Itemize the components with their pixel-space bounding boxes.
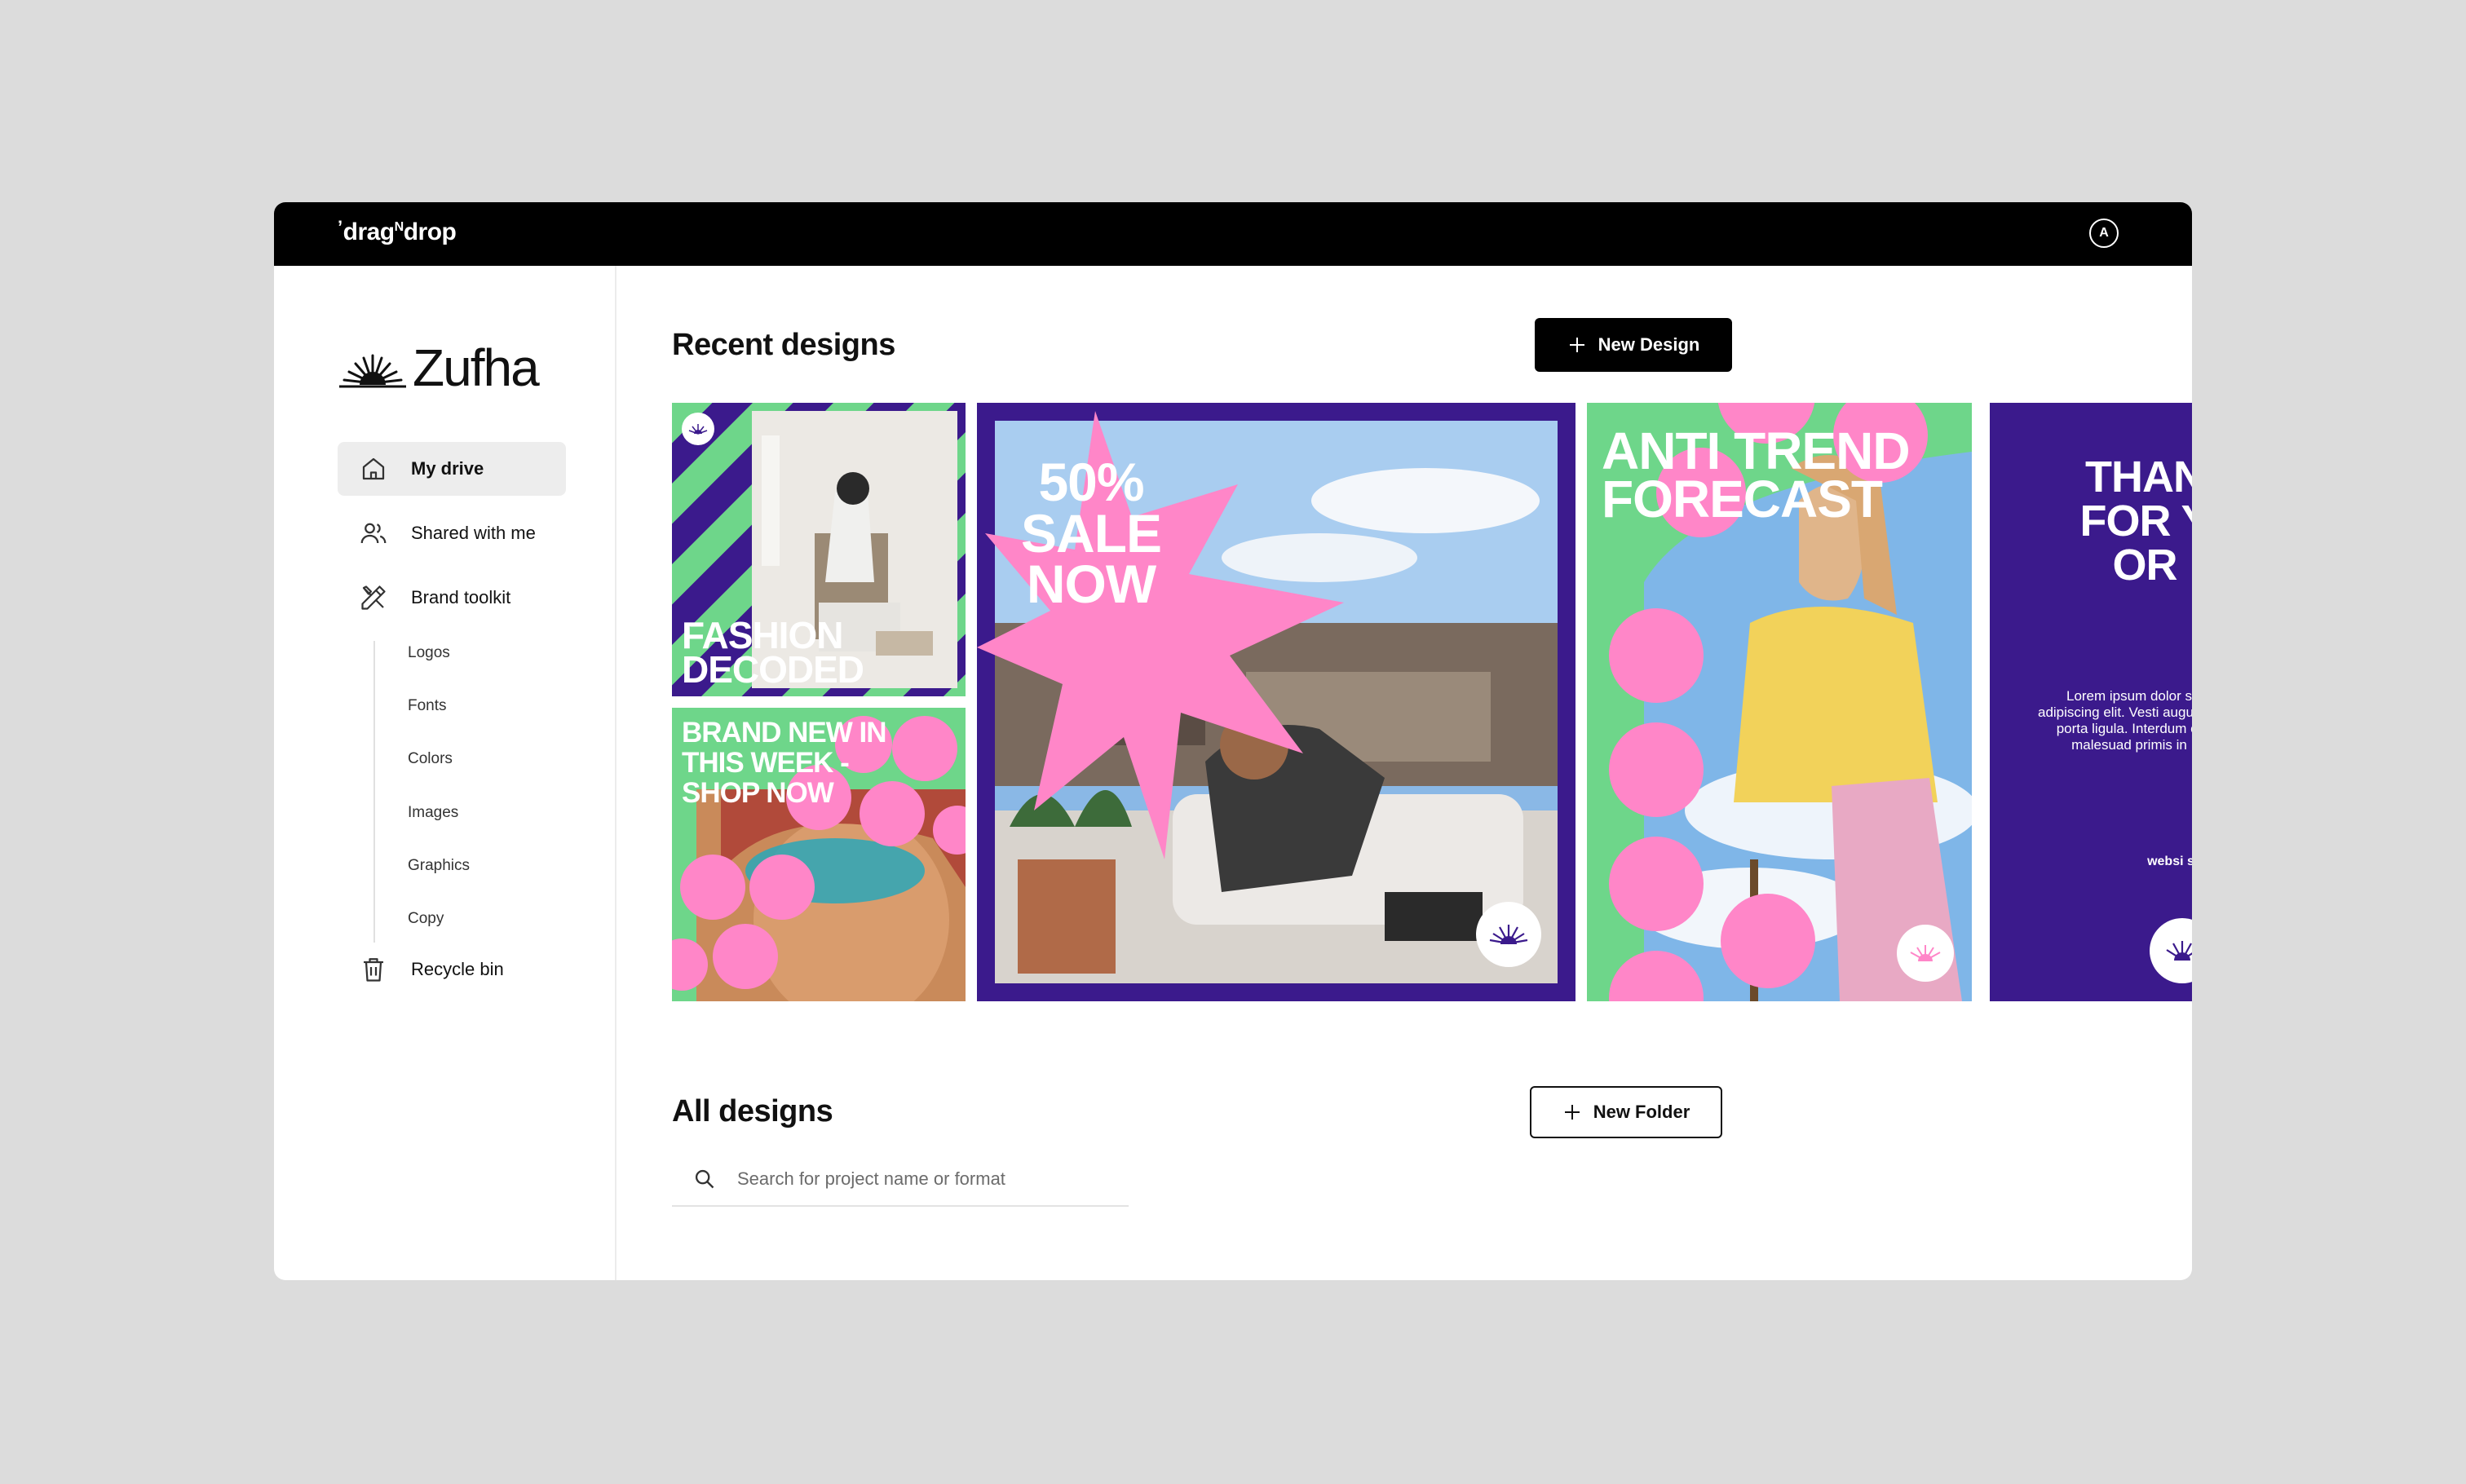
sidebar-item-recycle-bin[interactable]: Recycle bin (338, 943, 566, 996)
design-card-anti-trend[interactable]: ANTI TREND FORECAST (1587, 403, 1972, 1001)
brand-toolkit-icon (361, 585, 386, 610)
toolkit-tree-line (373, 641, 375, 943)
avatar[interactable]: A (2089, 219, 2119, 248)
search-input[interactable] (736, 1168, 1114, 1190)
toolkit-item-images[interactable]: Images (408, 804, 458, 822)
new-design-button[interactable]: New Design (1535, 318, 1732, 372)
new-design-label: New Design (1598, 334, 1700, 355)
plus-icon (1562, 1102, 1582, 1122)
toolkit-item-colors[interactable]: Colors (408, 750, 453, 768)
sidebar-item-label: Shared with me (411, 523, 536, 543)
card-headline: BRAND NEW IN THIS WEEK - SHOP NOW (682, 717, 886, 810)
brand-badge-icon (1897, 925, 1954, 982)
sidebar-item-brand-toolkit[interactable]: Brand toolkit (338, 571, 566, 625)
sidebar-item-label: Recycle bin (411, 959, 504, 979)
search-bar (672, 1153, 1129, 1207)
card-headline: 50% SALE NOW (1020, 452, 1162, 615)
design-card-thank-you[interactable]: THAN FOR Y OR Lorem ipsum dolor s adipis… (1990, 403, 2192, 1001)
toolkit-item-graphics[interactable]: Graphics (408, 857, 470, 875)
toolkit-item-fonts[interactable]: Fonts (408, 697, 447, 715)
top-bar: ’dragNdrop A (274, 202, 2192, 266)
brand-text: drag (342, 219, 396, 245)
plus-icon (1567, 335, 1587, 355)
users-icon (360, 523, 387, 544)
toolkit-item-copy[interactable]: Copy (408, 910, 444, 928)
new-folder-label: New Folder (1593, 1102, 1690, 1122)
sidebar-item-my-drive[interactable]: My drive (338, 442, 566, 496)
card-headline: THAN FOR Y OR (2079, 453, 2192, 590)
design-card-sale[interactable]: 50% SALE NOW (977, 403, 1576, 1001)
toolkit-item-logos[interactable]: Logos (408, 644, 450, 662)
brand-badge-icon (682, 413, 714, 445)
search-icon (693, 1168, 716, 1190)
card-headline: ANTI TREND FORECAST (1602, 422, 1911, 528)
card-footer-text: websi socia (2147, 855, 2192, 868)
app-logo[interactable]: ’dragNdrop (338, 217, 457, 246)
sidebar-item-shared[interactable]: Shared with me (338, 506, 566, 560)
brand-badge-icon (2150, 918, 2192, 983)
sunburst-logo-icon (339, 354, 406, 388)
home-icon (362, 457, 385, 480)
brand-badge-icon (1476, 902, 1541, 967)
workspace-name: Zufha (413, 338, 540, 397)
brand-sup: N (394, 220, 404, 234)
main-content: Recent designs New Design FASHION DECODE… (616, 266, 2192, 1280)
card-body-text: Lorem ipsum dolor s adipiscing elit. Ves… (2038, 688, 2192, 753)
all-designs-title: All designs (672, 1094, 833, 1128)
sidebar: Zufha My drive Shared with me Brand tool… (274, 266, 616, 1280)
card-headline: FASHION DECODED (682, 614, 864, 691)
sidebar-item-label: Brand toolkit (411, 587, 511, 607)
app-window: ’dragNdrop A Zufha My drive Shared with … (274, 202, 2192, 1280)
design-card-fashion-decoded[interactable]: FASHION DECODED (672, 403, 966, 696)
brand-text-end: drop (403, 219, 457, 245)
design-card-brand-new[interactable]: BRAND NEW IN THIS WEEK - SHOP NOW (672, 708, 966, 1001)
sidebar-item-label: My drive (411, 458, 484, 479)
new-folder-button[interactable]: New Folder (1530, 1086, 1722, 1138)
trash-icon (364, 958, 383, 982)
recent-designs-title: Recent designs (672, 328, 895, 362)
